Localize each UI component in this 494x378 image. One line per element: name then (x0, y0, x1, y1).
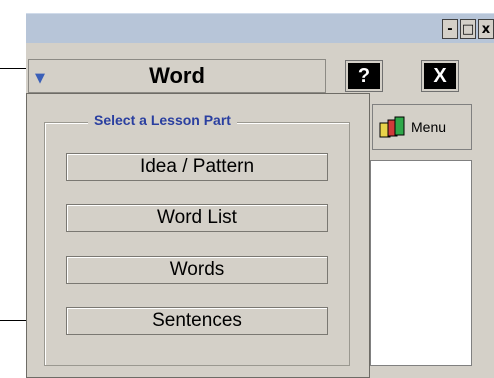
lesson-item-idea-pattern[interactable]: Idea / Pattern (66, 153, 328, 181)
close-icon: x (481, 21, 491, 37)
content-area (370, 160, 472, 366)
minimize-icon: - (447, 21, 453, 37)
close-label: X (433, 64, 447, 87)
close-button[interactable]: X (421, 60, 459, 92)
help-label: ? (357, 64, 371, 87)
help-button[interactable]: ? (345, 60, 383, 92)
word-title-label: Word (149, 63, 205, 88)
menu-button[interactable]: Menu (372, 104, 472, 150)
lesson-item-sentences[interactable]: Sentences (66, 307, 328, 335)
lesson-item-word-list[interactable]: Word List (66, 204, 328, 232)
book-stack-icon (379, 116, 405, 138)
window-controls: - □ x (442, 19, 494, 41)
lesson-item-words[interactable]: Words (66, 256, 328, 284)
title-bar: - □ x (26, 13, 494, 44)
close-window-button[interactable]: x (478, 19, 494, 39)
minimize-button[interactable]: - (442, 19, 458, 39)
menu-label: Menu (411, 119, 447, 135)
maximize-icon: □ (461, 21, 475, 37)
maximize-button[interactable]: □ (460, 19, 476, 39)
group-title: Select a Lesson Part (88, 112, 237, 128)
triangle-down-icon[interactable]: ▼ (35, 71, 45, 86)
